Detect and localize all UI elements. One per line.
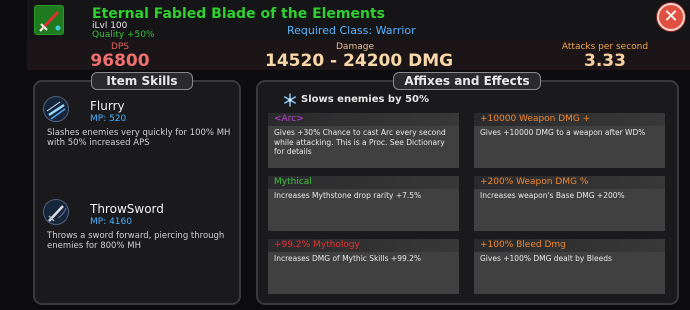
affix-card[interactable]: +99.2% Mythology Increases DMG of Mythic… xyxy=(268,239,459,294)
affixes-title: Affixes and Effects xyxy=(393,72,541,90)
affix-card[interactable]: +10000 Weapon DMG + Gives +10000 DMG to … xyxy=(474,113,665,168)
skill-name: Flurry xyxy=(90,99,125,113)
skill-mp: MP: 520 xyxy=(90,114,127,124)
aps-value: 3.33 xyxy=(584,51,626,71)
snowflake-icon xyxy=(284,93,296,107)
close-icon: ✕ xyxy=(663,6,679,27)
required-class: Required Class: Warrior xyxy=(287,24,416,37)
dps-value: 96800 xyxy=(90,51,150,71)
affix-title: <Arc> xyxy=(268,113,459,126)
special-effect: Slows enemies by 50% xyxy=(301,94,430,105)
affix-title: +99.2% Mythology xyxy=(268,239,459,252)
flurry-skill-icon[interactable] xyxy=(43,96,69,122)
affix-description: Increases DMG of Mythic Skills +99.2% xyxy=(274,254,422,263)
affix-description: Increases Mythstone drop rarity +7.5% xyxy=(274,191,422,200)
affix-card[interactable]: +100% Bleed Dmg Gives +100% DMG dealt by… xyxy=(474,239,665,294)
affix-card[interactable]: <Arc> Gives +30% Chance to cast Arc ever… xyxy=(268,113,459,168)
damage-value: 14520 - 24200 DMG xyxy=(265,51,454,71)
item-skills-title: Item Skills xyxy=(91,72,193,90)
affix-description: Increases weapon's Base DMG +200% xyxy=(480,191,625,200)
affix-description: Gives +100% DMG dealt by Bleeds xyxy=(480,254,612,263)
affix-card[interactable]: +200% Weapon DMG % Increases weapon's Ba… xyxy=(474,176,665,231)
affix-description: Gives +30% Chance to cast Arc every seco… xyxy=(274,128,446,156)
affix-description: Gives +10000 DMG to a weapon after WD% xyxy=(480,128,646,137)
affix-title: +100% Bleed Dmg xyxy=(474,239,665,252)
item-name: Eternal Fabled Blade of the Elements xyxy=(92,6,385,22)
skill-name: ThrowSword xyxy=(90,202,164,216)
skill-description: Slashes enemies very quickly for 100% MH… xyxy=(47,128,231,148)
sword-icon xyxy=(34,5,64,35)
affix-card[interactable]: Mythical Increases Mythstone drop rarity… xyxy=(268,176,459,231)
throw-sword-skill-icon[interactable] xyxy=(43,199,69,225)
affix-title: +10000 Weapon DMG + xyxy=(474,113,665,126)
skill-description: Throws a sword forward, piercing through… xyxy=(47,231,225,251)
item-quality: Quality +50% xyxy=(92,30,155,40)
skill-mp: MP: 4160 xyxy=(90,217,132,227)
close-button[interactable]: ✕ xyxy=(657,3,685,31)
affix-title: +200% Weapon DMG % xyxy=(474,176,665,189)
affix-title: Mythical xyxy=(268,176,459,189)
